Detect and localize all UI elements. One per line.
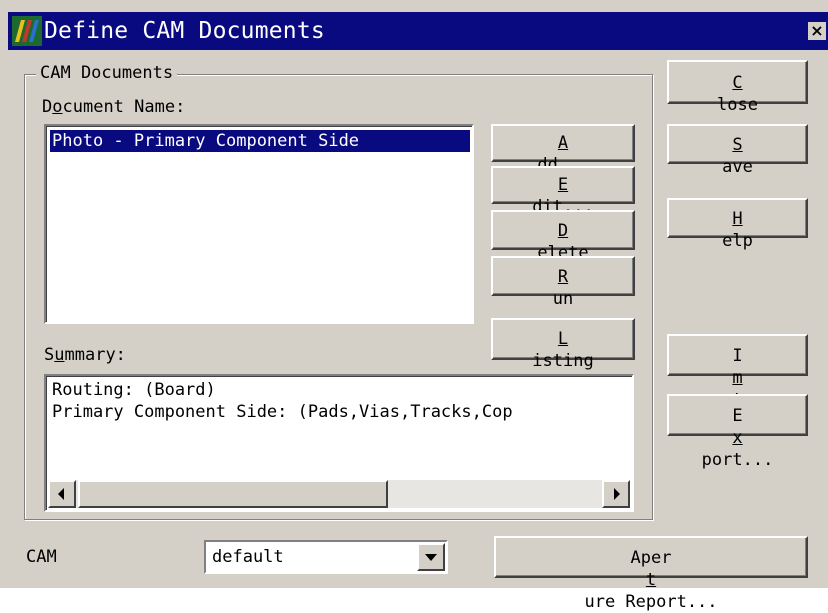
cam-select[interactable]: default [204,540,448,574]
document-name-label: Document Name: [42,97,186,117]
summary-line: Primary Component Side: (Pads,Vias,Track… [52,402,513,422]
close-icon[interactable]: × [808,22,826,40]
scroll-right-button[interactable] [602,480,630,508]
export-button[interactable]: Ex port... [667,394,808,470]
chevron-down-icon [425,554,437,561]
listing-button[interactable]: Listing [491,318,635,371]
define-cam-documents-dialog: Define CAM Documents × CAM Documents Doc… [0,0,828,612]
title-bar[interactable]: Define CAM Documents × [8,12,828,50]
close-button[interactable]: Close [667,60,808,115]
edit-button[interactable]: Edit... [491,166,635,217]
window-title: Define CAM Documents [44,18,325,44]
list-item[interactable]: Photo - Primary Component Side [50,130,470,152]
import-button[interactable]: Import... [667,334,808,410]
scroll-thumb[interactable] [78,480,388,508]
run-button[interactable]: Run [491,256,635,309]
delete-button[interactable]: Delete [491,210,635,263]
save-button[interactable]: Save [667,124,808,177]
arrow-right-icon [614,488,620,500]
cam-selected-value: default [212,547,284,567]
scroll-left-button[interactable] [48,480,76,508]
aperture-report-button[interactable]: Aper t ure Report... [494,536,808,612]
help-button[interactable]: Help [667,198,808,251]
cam-app-icon [12,16,42,46]
add-button[interactable]: Add... [491,124,635,175]
arrow-left-icon [58,488,64,500]
group-title: CAM Documents [36,62,178,84]
dropdown-button[interactable] [417,543,445,571]
cam-label: CAM [26,547,57,567]
summary-box[interactable]: Routing: (Board) Primary Component Side:… [44,374,634,512]
document-list[interactable]: Photo - Primary Component Side [44,124,474,324]
summary-line: Routing: (Board) [52,380,216,400]
horizontal-scrollbar[interactable] [48,480,630,508]
summary-label: Summary: [44,345,126,365]
